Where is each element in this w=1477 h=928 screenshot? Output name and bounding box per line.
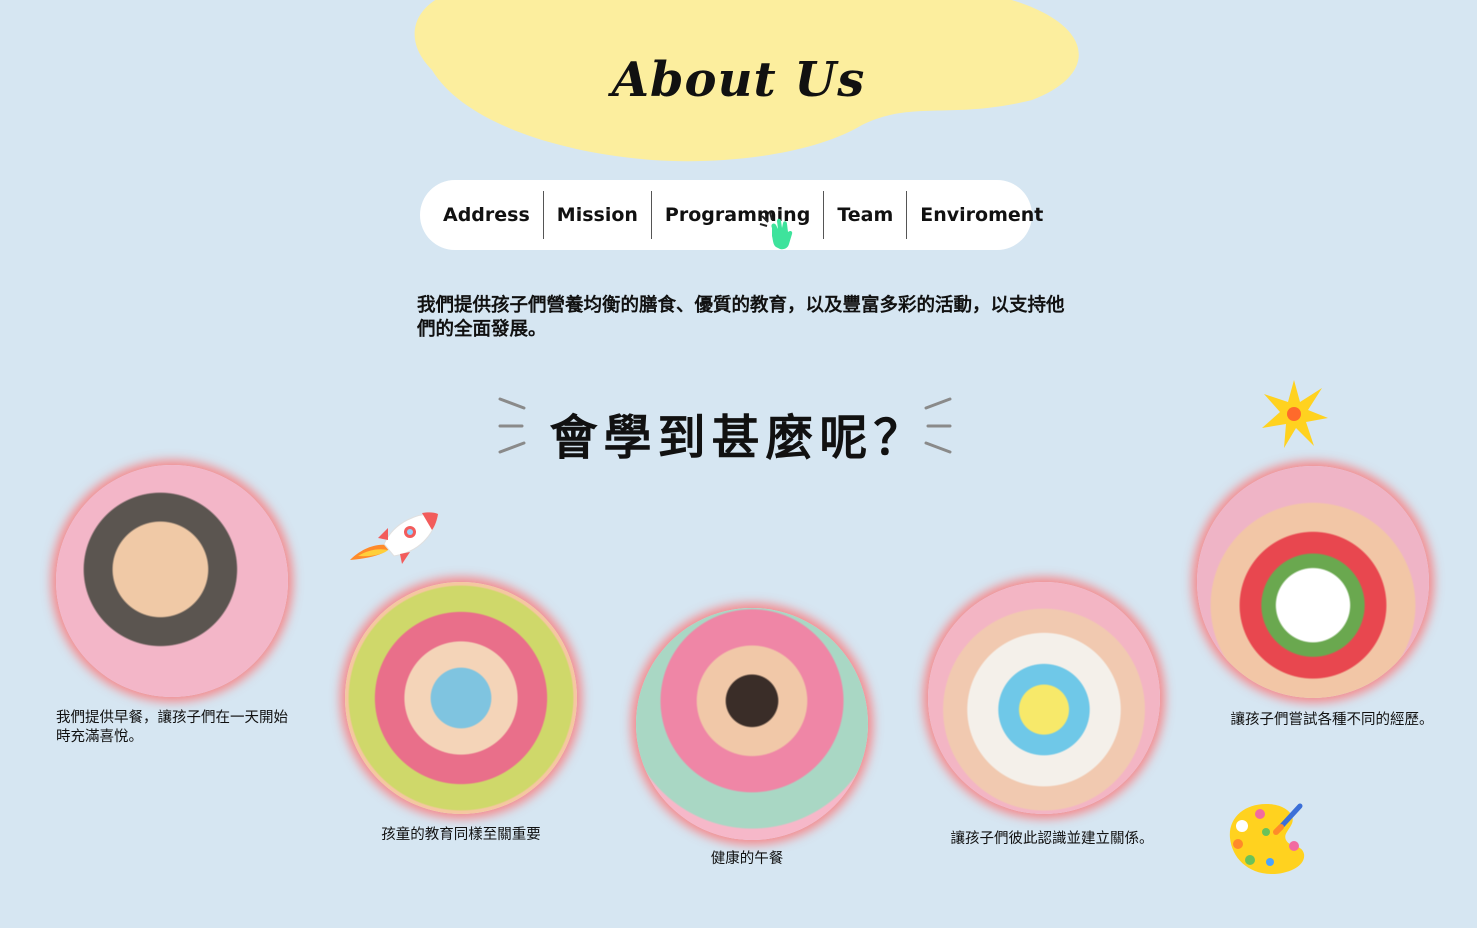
page-title: About Us xyxy=(611,52,866,108)
palette-icon xyxy=(1229,803,1305,874)
activity-photo-lunch xyxy=(636,608,868,840)
nav-item-enviroment[interactable]: Enviroment xyxy=(907,191,1056,239)
nav-item-team[interactable]: Team xyxy=(824,191,908,239)
activity-caption: 讓孩子們嘗試各種不同的經歷。 xyxy=(1230,712,1434,728)
activity-photo-breakfast xyxy=(56,465,288,697)
activity-photo-education xyxy=(345,582,577,814)
star-icon xyxy=(1262,380,1328,448)
activity-photo-relationships xyxy=(928,582,1160,814)
activity-caption: 健康的午餐 xyxy=(710,851,784,867)
activity-photo-experiences xyxy=(1197,466,1429,698)
about-nav: Address Mission Programming Team Envirom… xyxy=(420,180,1043,250)
activity-caption: 孩童的教育同樣至關重要 xyxy=(381,827,541,843)
intro-text: 我們提供孩子們營養均衡的膳食、優質的教育，以及豐富多彩的活動，以支持他們的全面發… xyxy=(417,295,1065,340)
burst-lines-right-icon xyxy=(924,397,952,454)
rocket-icon xyxy=(350,512,439,564)
activity-caption: 我們提供早餐，讓孩子們在一天開始時充滿喜悅。 xyxy=(56,710,288,745)
nav-item-address[interactable]: Address xyxy=(430,191,544,239)
nav-item-programming[interactable]: Programming xyxy=(652,191,825,239)
hand-cursor-icon xyxy=(759,211,793,250)
section-title: 會學到甚麼呢？ xyxy=(549,410,928,466)
activity-caption: 讓孩子們彼此認識並建立關係。 xyxy=(950,831,1154,847)
nav-item-mission[interactable]: Mission xyxy=(544,191,652,239)
